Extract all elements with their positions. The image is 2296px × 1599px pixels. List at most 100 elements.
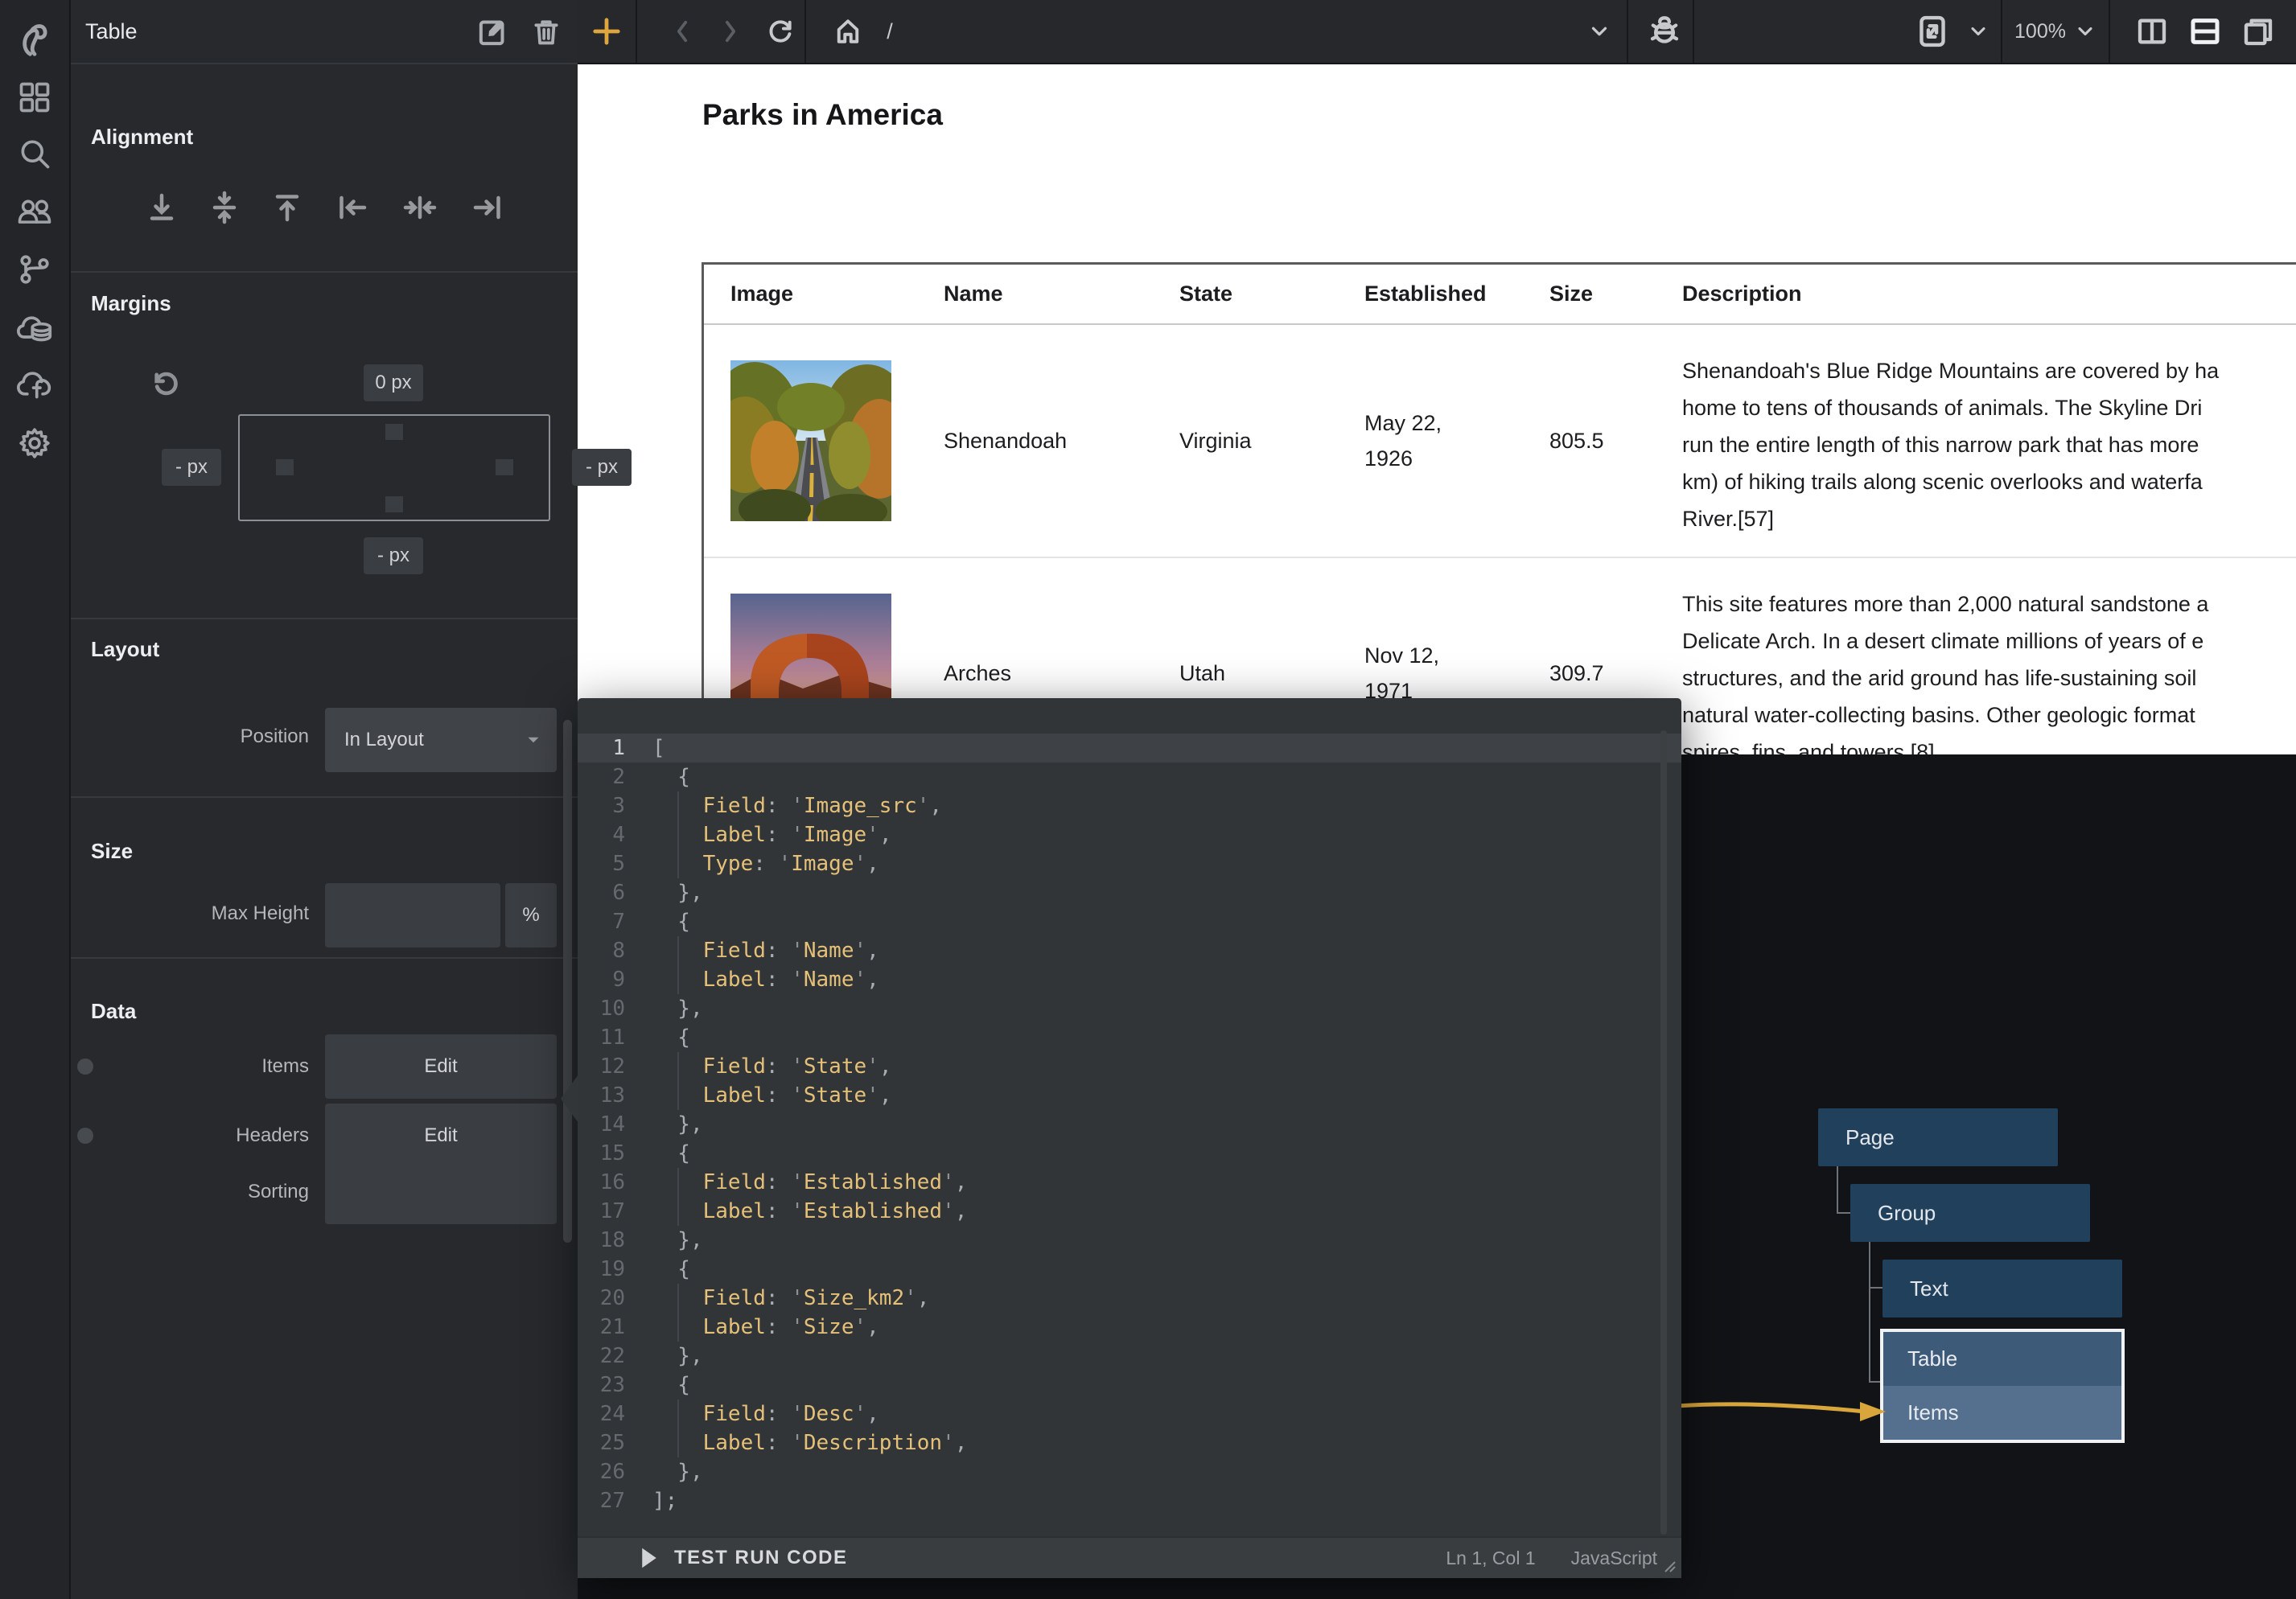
margin-right-handle[interactable]	[496, 459, 513, 475]
viewport-chevron-down-icon[interactable]	[1958, 0, 1998, 63]
max-height-input[interactable]	[325, 883, 500, 947]
delete-element-icon[interactable]	[531, 16, 562, 48]
rename-element-icon[interactable]	[476, 16, 508, 48]
url-path[interactable]: /	[874, 0, 906, 63]
language-label[interactable]: JavaScript	[1571, 1548, 1657, 1569]
max-height-label: Max Height	[100, 902, 309, 925]
top-toolbar: / 100%	[578, 0, 2296, 64]
add-element-button[interactable]	[578, 0, 636, 63]
tree-node-text[interactable]: Text	[1882, 1260, 2122, 1317]
nav-back-button[interactable]	[658, 0, 706, 63]
element-properties-panel: Table Alignment Margins 0 px	[71, 0, 578, 1599]
cell-description: This site features more than 2,000 natur…	[1656, 558, 2296, 754]
tree-node-page[interactable]: Page	[1818, 1108, 2058, 1166]
zoom-level-dropdown[interactable]: 100%	[2011, 0, 2100, 63]
home-icon[interactable]	[824, 0, 872, 63]
column-header: State	[1153, 282, 1338, 306]
popover-caret	[561, 1075, 578, 1123]
margin-bottom-handle[interactable]	[385, 496, 403, 512]
align-top-icon[interactable]	[273, 183, 302, 232]
align-center-horizontal-icon[interactable]	[403, 183, 437, 232]
table-header-row: Image Name State Established Size Descri…	[704, 265, 2296, 325]
cell-state: Utah	[1153, 661, 1338, 686]
tree-node-items[interactable]: Items	[1883, 1386, 2121, 1440]
align-bottom-icon[interactable]	[147, 183, 176, 232]
editor-status-bar: TEST RUN CODE Ln 1, Col 1 JavaScript	[578, 1536, 1681, 1578]
align-left-icon[interactable]	[335, 183, 369, 232]
cell-name: Shenandoah	[917, 429, 1153, 454]
panel-scrollbar[interactable]	[563, 720, 572, 1243]
formula-code-editor: 1[2 {3 Field: 'Image_src',4 Label: 'Imag…	[578, 698, 1681, 1578]
column-header: Description	[1656, 282, 2296, 306]
refresh-button[interactable]	[756, 0, 804, 63]
column-header: Name	[917, 282, 1153, 306]
size-section-label: Size	[91, 839, 133, 864]
margin-bottom-input[interactable]: - px	[364, 537, 423, 574]
cell-state: Virginia	[1153, 429, 1338, 454]
stacked-windows-toggle[interactable]	[2232, 0, 2285, 63]
split-columns-toggle[interactable]	[2125, 0, 2179, 63]
column-header: Size	[1523, 282, 1656, 306]
items-binding-dot[interactable]	[77, 1058, 93, 1075]
users-icon[interactable]	[0, 186, 69, 236]
play-icon	[640, 1547, 658, 1569]
position-select[interactable]: In Layout	[325, 708, 557, 772]
items-edit-button[interactable]: Edit	[325, 1034, 557, 1099]
tree-node-group[interactable]: Group	[1850, 1184, 2090, 1242]
column-header: Established	[1338, 282, 1523, 306]
headers-binding-dot[interactable]	[77, 1128, 93, 1144]
cloud-function-icon[interactable]	[0, 359, 69, 409]
headers-label: Headers	[100, 1124, 309, 1147]
margin-top-input[interactable]: 0 px	[364, 364, 423, 401]
code-area[interactable]: 1[2 {3 Field: 'Image_src',4 Label: 'Imag…	[578, 734, 1681, 1515]
canvas-preview: Parks in America Image Name State Establ…	[578, 64, 2296, 754]
cell-size: 309.7	[1523, 661, 1656, 686]
cell-established: May 22, 1926	[1338, 405, 1523, 476]
viewport-size-icon[interactable]	[1907, 0, 1958, 63]
debug-bug-icon[interactable]	[1636, 0, 1693, 63]
align-right-icon[interactable]	[471, 183, 504, 232]
split-rows-toggle[interactable]	[2179, 0, 2232, 63]
components-grid-icon[interactable]	[0, 72, 69, 122]
url-chevron-down-icon[interactable]	[1575, 0, 1623, 63]
layout-section-label: Layout	[91, 637, 159, 662]
data-section-label: Data	[91, 999, 136, 1024]
margin-top-handle[interactable]	[385, 424, 403, 440]
align-center-vertical-icon[interactable]	[210, 183, 239, 232]
reset-margins-icon[interactable]	[150, 368, 180, 399]
margin-left-handle[interactable]	[276, 459, 294, 475]
alignment-section-label: Alignment	[91, 125, 193, 150]
settings-gear-icon[interactable]	[0, 418, 69, 468]
headers-edit-button[interactable]: Edit	[325, 1104, 557, 1168]
git-branch-icon[interactable]	[0, 245, 69, 294]
sorting-input[interactable]	[325, 1160, 557, 1224]
test-run-code-button[interactable]: TEST RUN CODE	[640, 1547, 848, 1569]
editor-scrollbar[interactable]	[1660, 730, 1667, 1535]
margin-right-input[interactable]: - px	[572, 449, 632, 486]
resize-grip[interactable]	[1657, 1554, 1677, 1573]
cell-name: Arches	[917, 661, 1153, 686]
cloud-database-icon[interactable]	[0, 303, 69, 353]
selected-element-title: Table	[85, 19, 138, 44]
cell-size: 805.5	[1523, 429, 1656, 454]
data-binding-arrow	[1673, 1393, 1891, 1432]
zoom-chevron-down-icon	[2074, 20, 2096, 43]
sorting-label: Sorting	[100, 1181, 309, 1203]
nav-forward-button[interactable]	[706, 0, 755, 63]
search-icon[interactable]	[0, 129, 69, 179]
margin-left-input[interactable]: - px	[162, 449, 221, 486]
max-height-unit-select[interactable]: %	[505, 883, 557, 947]
tree-node-table[interactable]: Table	[1883, 1332, 2121, 1386]
left-icon-rail	[0, 0, 71, 1599]
cell-description: Shenandoah's Blue Ridge Mountains are co…	[1656, 325, 2296, 557]
margins-diagram	[238, 414, 550, 521]
margins-section-label: Margins	[91, 291, 171, 316]
table-row: Shenandoah Virginia May 22, 1926 805.5 S…	[704, 325, 2296, 557]
column-header: Image	[704, 282, 917, 306]
tree-node-table-selected: Table Items	[1880, 1329, 2125, 1443]
app-logo-icon[interactable]	[0, 14, 69, 64]
position-label: Position	[100, 726, 309, 748]
page-heading[interactable]: Parks in America	[702, 98, 943, 132]
parks-table[interactable]: Image Name State Established Size Descri…	[702, 262, 2296, 754]
shenandoah-autumn-road-image	[730, 360, 891, 521]
